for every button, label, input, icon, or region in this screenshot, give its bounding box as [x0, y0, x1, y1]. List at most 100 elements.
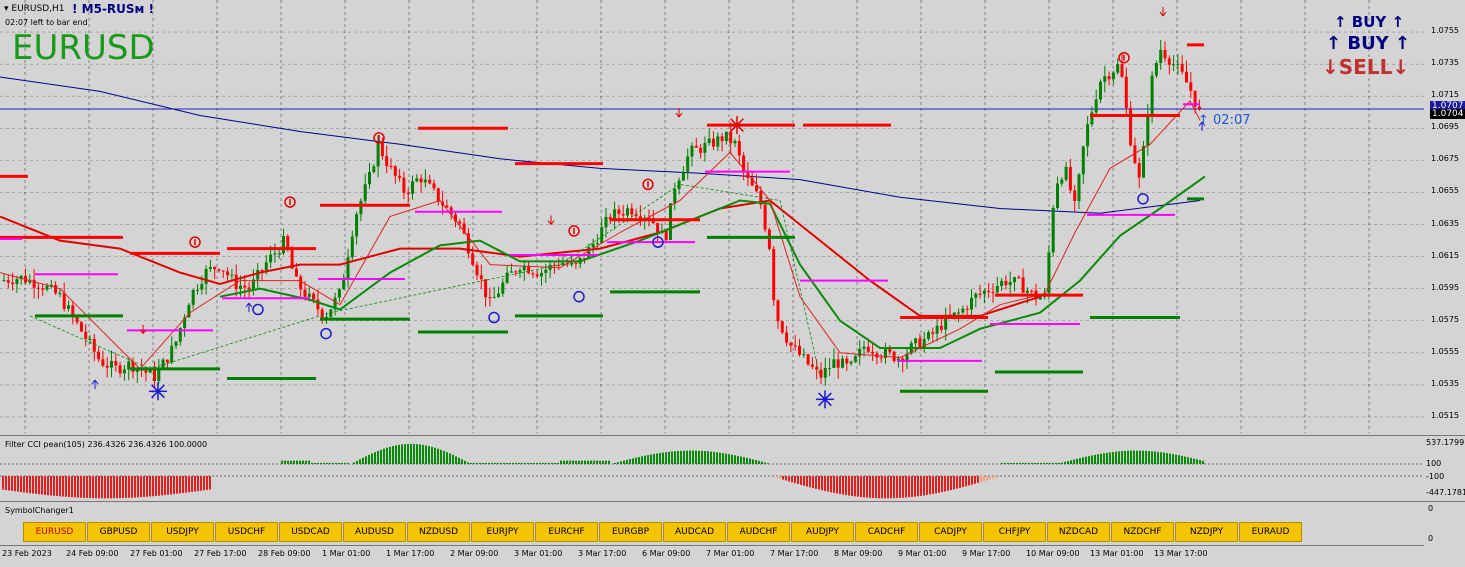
candle-body: [1151, 76, 1154, 115]
symbol-button-cadjpy[interactable]: CADJPY: [919, 522, 982, 542]
candle-body: [1129, 108, 1132, 145]
cci-bar: [1076, 459, 1078, 464]
candle-body: [205, 269, 208, 284]
symbol-button-chfjpy[interactable]: CHFJPY: [983, 522, 1046, 542]
candle-body: [845, 359, 848, 364]
cci-bar: [893, 476, 895, 498]
cci-bar: [440, 450, 442, 464]
symbol-button-eurjpy[interactable]: EURJPY: [471, 522, 534, 542]
candle-body: [7, 280, 10, 282]
symbol-button-audjpy[interactable]: AUDJPY: [791, 522, 854, 542]
cci-bar: [29, 476, 31, 493]
cci-bar: [374, 452, 376, 464]
symbol-button-audcad[interactable]: AUDCAD: [663, 522, 726, 542]
cci-bar: [155, 476, 157, 496]
symbol-button-usdjpy[interactable]: USDJPY: [151, 522, 214, 542]
down-arrow-mark: [1160, 7, 1166, 16]
cci-bar: [1112, 452, 1114, 464]
price-tick: 1.0675: [1431, 154, 1459, 163]
candle-body: [144, 371, 147, 373]
candle-body: [927, 332, 930, 339]
candle-body: [708, 139, 711, 143]
cci-bar: [329, 463, 331, 464]
candle-body: [622, 214, 625, 215]
cci-bar: [1172, 454, 1174, 464]
cci-indicator-pane[interactable]: Filter CCI pean(105) 236.4326 236.4326 1…: [0, 435, 1424, 500]
candle-body: [1146, 114, 1149, 145]
cci-bar: [1181, 456, 1183, 464]
cci-bar: [980, 476, 982, 482]
cci-bar: [1067, 461, 1069, 464]
symbol-button-eurchf[interactable]: EURCHF: [535, 522, 598, 542]
symbol-button-usdcad[interactable]: USDCAD: [279, 522, 342, 542]
cci-bar: [860, 476, 862, 497]
cci-bar: [854, 476, 856, 496]
cci-bar: [836, 476, 838, 494]
symbol-button-euraud[interactable]: EURAUD: [1239, 522, 1302, 542]
cci-bar: [632, 458, 634, 464]
cci-bar: [20, 476, 22, 492]
time-tick: 7 Mar 01:00: [706, 549, 754, 558]
cci-bar: [1151, 451, 1153, 464]
cci-bar: [296, 461, 298, 464]
cci-bar: [701, 451, 703, 464]
candle-body: [54, 285, 57, 293]
cci-bar: [557, 463, 559, 464]
price-axis[interactable]: 1.07551.07351.07151.06951.06751.06551.06…: [1424, 0, 1465, 433]
time-axis[interactable]: 23 Feb 202324 Feb 09:0027 Feb 01:0027 Fe…: [0, 545, 1424, 567]
symbol-button-eurusd[interactable]: EURUSD: [23, 522, 86, 542]
symbol-button-usdchf[interactable]: USDCHF: [215, 522, 278, 542]
time-tick: 1 Mar 01:00: [322, 549, 370, 558]
symbol-button-cadchf[interactable]: CADCHF: [855, 522, 918, 542]
symbol-button-audusd[interactable]: AUDUSD: [343, 522, 406, 542]
time-tick: 13 Mar 01:00: [1090, 549, 1143, 558]
cci-bar: [785, 476, 787, 481]
cci-bar: [914, 476, 916, 497]
symbol-button-nzdcad[interactable]: NZDCAD: [1047, 522, 1110, 542]
cci-bar: [1169, 454, 1171, 464]
cci-bar: [1100, 454, 1102, 464]
dropdown-triangle-icon[interactable]: ▾: [4, 4, 9, 14]
candle-body: [755, 186, 758, 192]
candle-body: [832, 359, 835, 368]
price-chart: [0, 0, 1424, 433]
cci-bar: [446, 452, 448, 464]
candle-body: [996, 286, 999, 292]
symbol-button-nzdusd[interactable]: NZDUSD: [407, 522, 470, 542]
cci-bar: [392, 446, 394, 464]
cci-bar: [971, 476, 973, 485]
cci-bar: [821, 476, 823, 490]
cci-bar: [908, 476, 910, 497]
cci-bar: [1121, 451, 1123, 464]
cci-bar: [302, 461, 304, 464]
candle-body: [1103, 76, 1106, 82]
cci-bar: [668, 452, 670, 464]
candle-body: [46, 286, 49, 289]
symbol-button-audchf[interactable]: AUDCHF: [727, 522, 790, 542]
symbol-button-nzdjpy[interactable]: NZDJPY: [1175, 522, 1238, 542]
cci-bar: [365, 456, 367, 464]
cci-bar: [665, 452, 667, 464]
cci-bar: [752, 459, 754, 464]
candle-body: [347, 257, 350, 278]
candle-body: [764, 205, 767, 230]
candle-body: [1159, 50, 1162, 63]
candle-body: [592, 244, 595, 248]
symbol-button-eurgbp[interactable]: EURGBP: [599, 522, 662, 542]
cci-bar: [1004, 463, 1006, 464]
candle-body: [605, 217, 608, 227]
symbol-button-gbpusd[interactable]: GBPUSD: [87, 522, 150, 542]
cci-bar: [1193, 459, 1195, 464]
main-chart-pane[interactable]: ▾ EURUSD,H1 ! M5-RUSм ! 02:07 left to ba…: [0, 0, 1424, 433]
candle-body: [359, 201, 362, 214]
candle-body: [119, 365, 122, 373]
cci-bar: [572, 461, 574, 464]
cci-bar: [839, 476, 841, 494]
candle-body: [1030, 291, 1033, 292]
cci-bar: [1001, 463, 1003, 464]
cci-bar: [659, 453, 661, 464]
cci-bar: [635, 458, 637, 464]
candle-body: [768, 230, 771, 249]
candle-body: [772, 249, 775, 300]
symbol-button-nzdchf[interactable]: NZDCHF: [1111, 522, 1174, 542]
